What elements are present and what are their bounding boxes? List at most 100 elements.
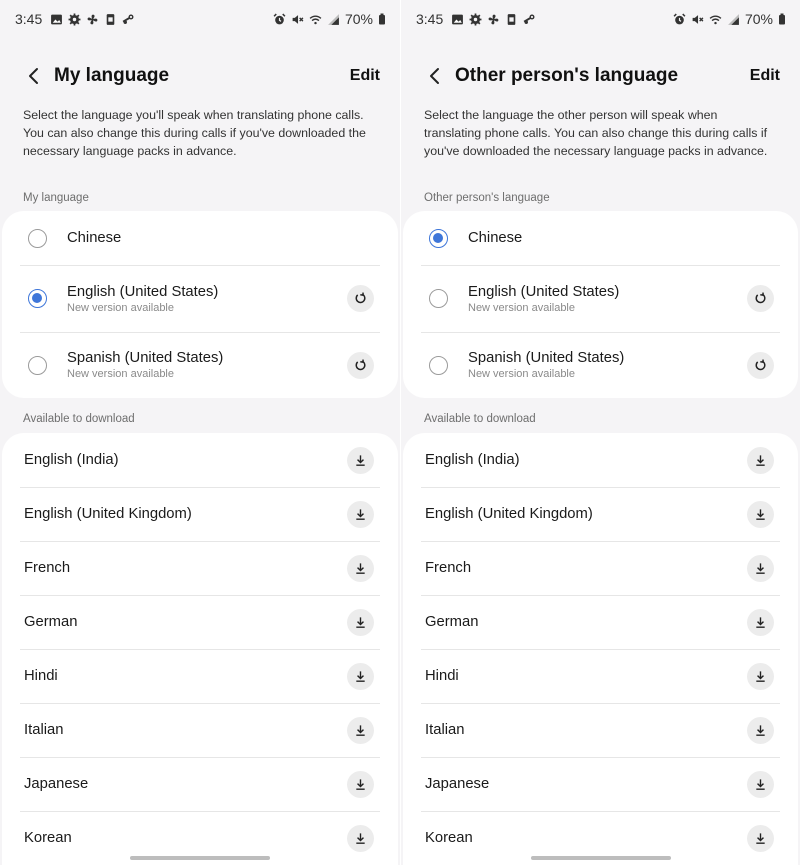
download-item-english-india[interactable]: English (India): [403, 433, 798, 487]
language-name: English (India): [24, 452, 119, 468]
edit-button[interactable]: Edit: [350, 67, 380, 85]
language-option-spanish-us[interactable]: Spanish (United States) New version avai…: [2, 332, 398, 398]
back-button[interactable]: [415, 58, 455, 94]
update-button[interactable]: [347, 351, 374, 379]
status-bar: 3:45 70%: [401, 0, 800, 38]
download-button[interactable]: [747, 500, 774, 528]
download-item-english-uk[interactable]: English (United Kingdom): [2, 487, 398, 541]
radio-button-selected[interactable]: [28, 289, 47, 308]
language-name: French: [425, 560, 472, 576]
language-option-chinese[interactable]: Chinese: [403, 211, 798, 265]
radio-button[interactable]: [429, 355, 448, 375]
language-name: Korean: [425, 830, 473, 846]
download-icon: [356, 562, 365, 574]
back-button[interactable]: [14, 58, 54, 94]
language-option-spanish-us[interactable]: Spanish (United States) New version avai…: [403, 332, 798, 398]
radio-button[interactable]: [28, 355, 47, 375]
download-item-italian[interactable]: Italian: [403, 703, 798, 757]
download-item-french[interactable]: French: [403, 541, 798, 595]
language-name: English (United Kingdom): [425, 506, 593, 522]
download-icon: [756, 670, 765, 682]
language-name: Japanese: [425, 776, 490, 792]
download-languages-card: English (India) English (United Kingdom)…: [403, 433, 798, 865]
update-status: New version available: [468, 368, 575, 380]
download-item-japanese[interactable]: Japanese: [403, 757, 798, 811]
download-button[interactable]: [347, 608, 374, 636]
download-button[interactable]: [347, 662, 374, 690]
download-item-english-uk[interactable]: English (United Kingdom): [403, 487, 798, 541]
app-header: My language Edit: [0, 58, 400, 94]
installed-languages-card: Chinese English (United States) New vers…: [403, 211, 798, 398]
home-indicator[interactable]: [130, 856, 270, 860]
download-item-german[interactable]: German: [403, 595, 798, 649]
download-button[interactable]: [347, 554, 374, 582]
radio-button[interactable]: [28, 228, 47, 248]
download-button[interactable]: [747, 662, 774, 690]
download-icon: [356, 616, 365, 628]
gallery-icon: [50, 13, 63, 26]
wifi-icon: [709, 13, 722, 26]
mute-icon: [291, 13, 304, 26]
radio-button[interactable]: [429, 289, 448, 308]
download-icon: [756, 562, 765, 574]
update-button[interactable]: [747, 351, 774, 379]
language-name: Chinese: [468, 230, 523, 246]
download-icon: [356, 778, 365, 790]
update-status: New version available: [468, 301, 575, 314]
download-button[interactable]: [747, 716, 774, 744]
download-button[interactable]: [347, 446, 374, 474]
section-label-installed: Other person's language: [424, 192, 550, 204]
section-label-download: Available to download: [424, 413, 536, 425]
chevron-left-icon: [430, 68, 439, 84]
download-button[interactable]: [747, 824, 774, 852]
download-icon: [756, 508, 765, 520]
download-button[interactable]: [747, 770, 774, 798]
language-option-english-us[interactable]: English (United States) New version avai…: [2, 265, 398, 332]
language-name: German: [24, 614, 78, 630]
wifi-icon: [309, 13, 322, 26]
download-button[interactable]: [347, 770, 374, 798]
download-item-hindi[interactable]: Hindi: [2, 649, 398, 703]
refresh-icon: [755, 292, 766, 304]
steam-icon: [523, 13, 536, 26]
home-indicator[interactable]: [531, 856, 671, 860]
language-name: English (United States): [468, 283, 620, 300]
refresh-icon: [355, 292, 366, 304]
section-label-download: Available to download: [23, 413, 135, 425]
download-item-hindi[interactable]: Hindi: [403, 649, 798, 703]
gallery-icon: [451, 13, 464, 26]
download-icon: [356, 670, 365, 682]
download-item-italian[interactable]: Italian: [2, 703, 398, 757]
language-option-english-us[interactable]: English (United States) New version avai…: [403, 265, 798, 332]
download-item-german[interactable]: German: [2, 595, 398, 649]
settings-gear-icon: [469, 13, 482, 26]
radio-button-selected[interactable]: [429, 228, 448, 248]
alarm-icon: [673, 13, 686, 26]
download-button[interactable]: [347, 500, 374, 528]
download-button[interactable]: [747, 554, 774, 582]
download-button[interactable]: [747, 608, 774, 636]
edit-button[interactable]: Edit: [750, 67, 780, 85]
download-button[interactable]: [347, 824, 374, 852]
download-button[interactable]: [747, 446, 774, 474]
download-icon: [356, 832, 365, 844]
refresh-icon: [755, 359, 766, 370]
download-icon: [756, 454, 765, 466]
language-name: Spanish (United States): [67, 350, 224, 366]
update-button[interactable]: [747, 285, 774, 312]
update-status: New version available: [67, 368, 174, 380]
language-name: German: [425, 614, 479, 630]
language-option-chinese[interactable]: Chinese: [2, 211, 398, 265]
download-item-japanese[interactable]: Japanese: [2, 757, 398, 811]
download-item-english-india[interactable]: English (India): [2, 433, 398, 487]
download-icon: [756, 832, 765, 844]
fan-icon: [487, 13, 500, 26]
download-icon: [356, 454, 365, 466]
download-button[interactable]: [347, 716, 374, 744]
update-button[interactable]: [347, 285, 374, 312]
download-item-french[interactable]: French: [2, 541, 398, 595]
screen-other-persons-language: 3:45 70% Other person's language Edit Se…: [400, 0, 800, 865]
language-name: Italian: [24, 722, 64, 738]
mute-icon: [691, 13, 704, 26]
download-icon: [356, 724, 365, 736]
